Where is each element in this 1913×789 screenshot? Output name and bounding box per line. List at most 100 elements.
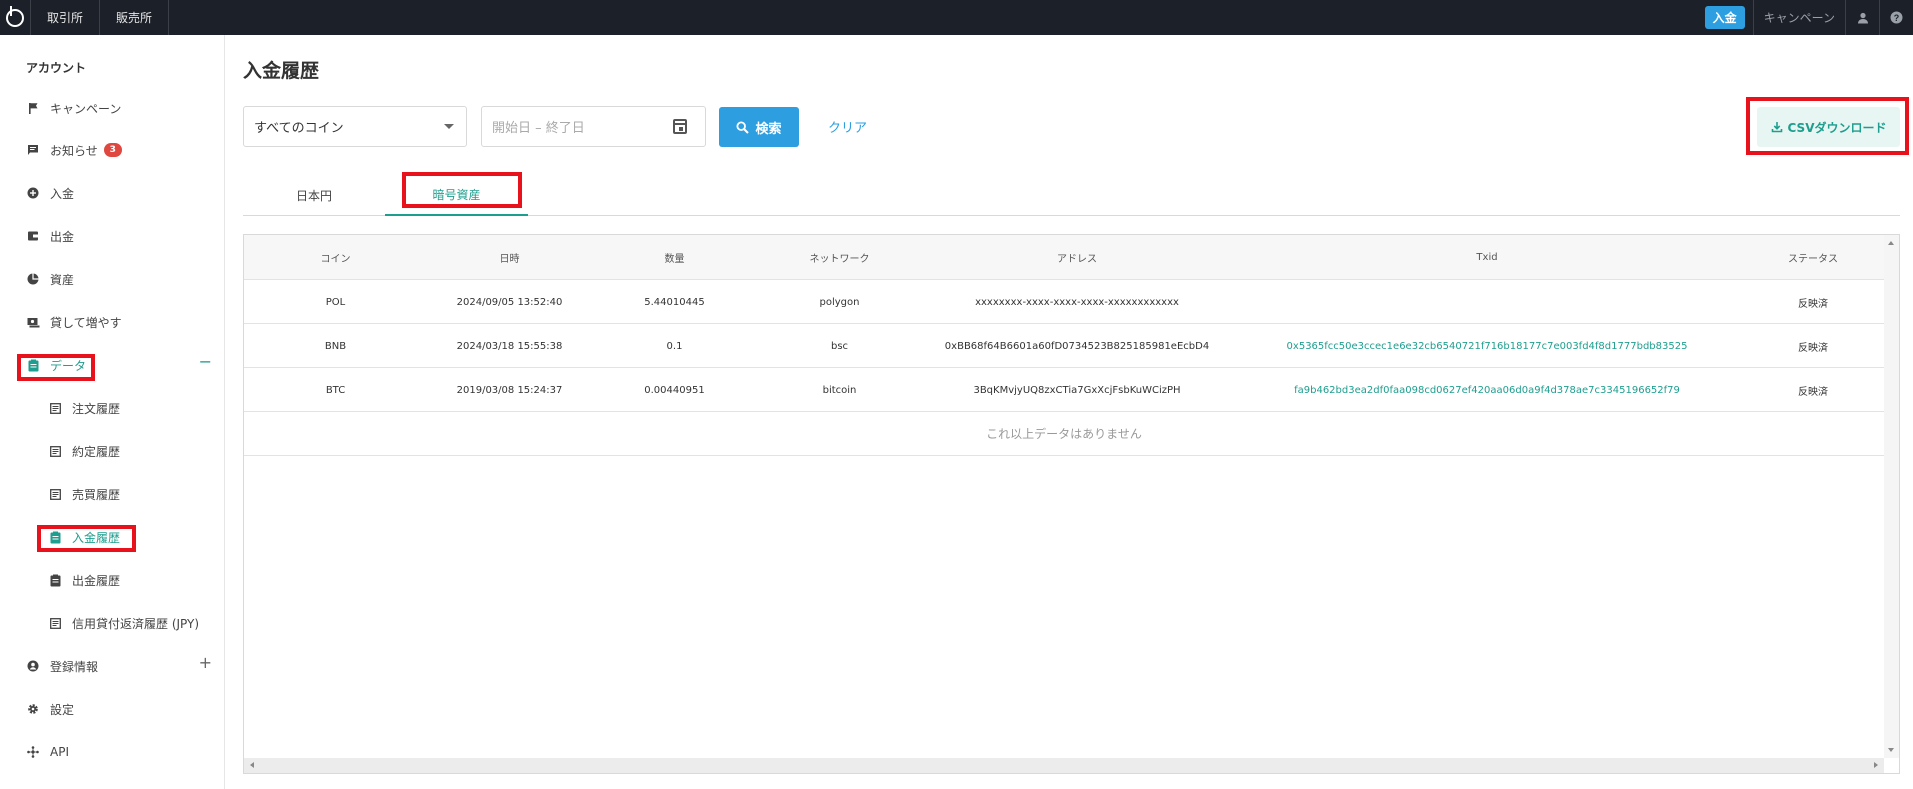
document-icon xyxy=(48,487,62,501)
coin-select-value: すべてのコイン xyxy=(254,121,344,136)
sidebar-subitem-label: 信用貸付返済履歴 (JPY) xyxy=(72,616,200,631)
scroll-right-icon[interactable] xyxy=(1874,762,1878,768)
scroll-down-icon[interactable] xyxy=(1888,748,1894,752)
column-header-network: ネットワーク xyxy=(809,254,870,265)
cell-coin: BTC xyxy=(325,384,346,396)
notification-badge: 3 xyxy=(103,143,122,157)
plus-circle-icon xyxy=(26,186,40,200)
nav-marketplace[interactable]: 販売所 xyxy=(99,0,170,35)
cell-network: bsc xyxy=(830,340,849,352)
cell-datetime: 2024/09/05 13:52:40 xyxy=(456,296,563,308)
gear-icon xyxy=(26,702,40,716)
sidebar-item-registration[interactable]: 登録情報 xyxy=(26,656,98,676)
sidebar-item-campaign[interactable]: キャンペーン xyxy=(26,98,121,118)
column-header-address: アドレス xyxy=(1057,254,1097,265)
sidebar-subitem-label: 注文履歴 xyxy=(72,401,121,416)
column-header-status: ステータス xyxy=(1788,254,1838,265)
sidebar-item-deposit[interactable]: 入金 xyxy=(26,183,74,203)
sidebar-item-label: 資産 xyxy=(50,272,75,287)
lend-icon xyxy=(26,315,40,329)
sidebar-subitem-label: 約定履歴 xyxy=(72,444,121,459)
sidebar-item-api[interactable]: API xyxy=(26,742,69,762)
horizontal-scrollbar[interactable] xyxy=(244,758,1884,773)
sidebar: アカウント キャンペーン お知らせ 3 入金 出金 資産 貸して増やす データ … xyxy=(0,35,225,789)
column-header-amount: 数量 xyxy=(664,254,685,265)
sidebar-item-assets[interactable]: 資産 xyxy=(26,269,74,289)
highlight-box xyxy=(17,354,95,381)
sidebar-subitem-trade-history[interactable]: 売買履歴 xyxy=(48,484,120,504)
table-row: BNB 2024/03/18 15:55:38 0.1 bsc 0xBB68f6… xyxy=(244,324,1884,368)
cell-datetime: 2024/03/18 15:55:38 xyxy=(456,340,563,352)
expand-toggle[interactable]: + xyxy=(199,653,212,672)
cell-address: xxxxxxxx-xxxx-xxxx-xxxx-xxxxxxxxxxxx xyxy=(975,296,1179,308)
sidebar-item-notices[interactable]: お知らせ 3 xyxy=(26,140,122,160)
sidebar-item-label: 入金 xyxy=(50,186,75,201)
cell-amount: 0.00440951 xyxy=(644,384,705,396)
clipboard-icon xyxy=(48,573,62,587)
flag-icon xyxy=(26,101,40,115)
vertical-scrollbar[interactable] xyxy=(1884,235,1899,758)
highlight-box xyxy=(1746,97,1909,155)
cell-address: 0xBB68f64B6601a60fD0734523B825185981eEcb… xyxy=(944,340,1210,352)
scroll-left-icon[interactable] xyxy=(250,762,254,768)
clear-link[interactable]: クリア xyxy=(828,117,867,136)
search-button[interactable]: 検索 xyxy=(719,107,799,147)
deposit-button[interactable]: 入金 xyxy=(1704,6,1745,29)
table-row: POL 2024/09/05 13:52:40 5.44010445 polyg… xyxy=(244,280,1884,324)
coin-select[interactable]: すべてのコイン xyxy=(243,106,467,147)
sidebar-item-label: API xyxy=(50,745,69,759)
document-icon xyxy=(48,444,62,458)
sidebar-item-settings[interactable]: 設定 xyxy=(26,699,74,719)
search-button-label: 検索 xyxy=(755,121,782,137)
search-icon xyxy=(736,120,750,134)
sidebar-item-label: 出金 xyxy=(50,229,75,244)
date-range-input[interactable]: 開始日 – 終了日 xyxy=(481,106,706,147)
deposit-history-table: コイン 日時 数量 ネットワーク アドレス Txid ステータス POL 202… xyxy=(243,234,1900,774)
api-icon xyxy=(26,745,40,759)
cell-network: bitcoin xyxy=(822,384,857,396)
sidebar-item-label: キャンペーン xyxy=(50,101,122,116)
column-header-txid: Txid xyxy=(1476,252,1498,263)
message-icon xyxy=(26,143,40,157)
cell-status: 反映済 xyxy=(1798,386,1828,398)
sidebar-title: アカウント xyxy=(26,61,87,75)
sidebar-item-label: 設定 xyxy=(50,702,75,717)
sidebar-subitem-withdrawal-history[interactable]: 出金履歴 xyxy=(48,570,120,590)
highlight-box xyxy=(37,525,136,552)
table-header: コイン 日時 数量 ネットワーク アドレス Txid ステータス xyxy=(244,235,1884,280)
cell-datetime: 2019/03/08 15:24:37 xyxy=(456,384,563,396)
cell-address: 3BqKMvjyUQ8zxCTia7GxXcjFsbKuWCizPH xyxy=(973,384,1181,396)
cell-status: 反映済 xyxy=(1798,298,1828,310)
cell-txid[interactable]: fa9b462bd3ea2df0faa098cd0627ef420aa06d0a… xyxy=(1232,368,1742,412)
campaign-link[interactable]: キャンペーン xyxy=(1752,0,1845,35)
sidebar-subitem-execution-history[interactable]: 約定履歴 xyxy=(48,441,120,461)
nav-exchange[interactable]: 取引所 xyxy=(30,0,99,35)
cell-txid[interactable] xyxy=(1232,280,1742,324)
column-header-datetime: 日時 xyxy=(499,254,520,265)
sidebar-subitem-label: 売買履歴 xyxy=(72,487,121,502)
sidebar-subitem-label: 出金履歴 xyxy=(72,573,121,588)
sidebar-item-label: 登録情報 xyxy=(50,659,99,674)
empty-message: これ以上データはありません xyxy=(244,412,1884,456)
document-icon xyxy=(48,616,62,630)
cell-txid[interactable]: 0x5365fcc50e3ccec1e6e32cb6540721f716b181… xyxy=(1232,324,1742,368)
cell-coin: BNB xyxy=(324,340,347,352)
chevron-down-icon xyxy=(444,124,454,129)
calendar-icon[interactable] xyxy=(673,119,687,134)
svg-text:?: ? xyxy=(1894,13,1900,23)
scroll-up-icon[interactable] xyxy=(1888,241,1894,245)
top-bar: 取引所 販売所 入金 キャンペーン ? xyxy=(0,0,1913,35)
tab-jpy[interactable]: 日本円 xyxy=(243,175,385,216)
pie-chart-icon xyxy=(26,272,40,286)
help-icon[interactable]: ? xyxy=(1879,0,1913,35)
sidebar-item-withdraw[interactable]: 出金 xyxy=(26,226,74,246)
cell-status: 反映済 xyxy=(1798,342,1828,354)
collapse-toggle[interactable]: − xyxy=(199,352,212,371)
logo-icon[interactable] xyxy=(0,0,30,35)
sidebar-subitem-margin-loan-history[interactable]: 信用貸付返済履歴 (JPY) xyxy=(48,613,199,633)
date-range-placeholder: 開始日 – 終了日 xyxy=(492,121,585,136)
highlight-box xyxy=(402,172,522,208)
sidebar-subitem-order-history[interactable]: 注文履歴 xyxy=(48,398,120,418)
user-icon[interactable] xyxy=(1845,0,1879,35)
sidebar-item-lending[interactable]: 貸して増やす xyxy=(26,312,122,332)
